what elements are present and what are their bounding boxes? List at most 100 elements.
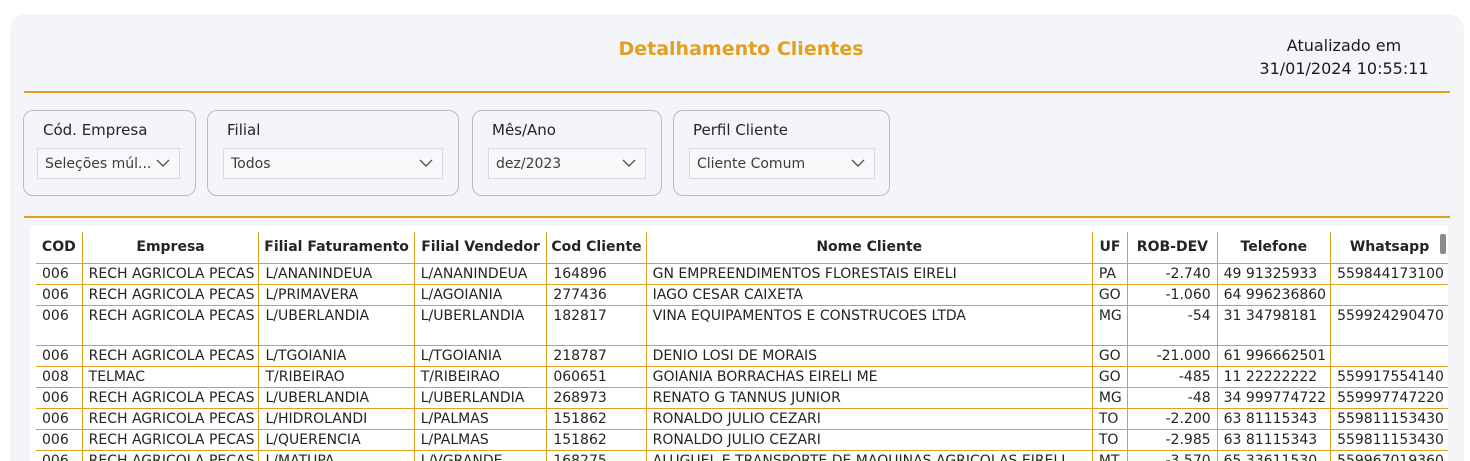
cell-empresa: RECH AGRICOLA PECAS (82, 450, 260, 461)
cell-uf: MG (1092, 305, 1129, 345)
cell-rob-dev: -485 (1127, 366, 1218, 387)
cell-rob-dev: -48 (1127, 387, 1218, 408)
column-header[interactable]: Whatsapp (1331, 232, 1448, 263)
table-row[interactable]: 006 RECH AGRICOLA PECAS L/UBERLANDIA L/UBER… (36, 305, 1448, 345)
cell-rob-dev: -21.000 (1127, 345, 1218, 366)
column-header[interactable]: COD (36, 232, 83, 263)
table-row[interactable]: 008 TELMAC T/RIBEIRAO T/RIBEIRAO 060651 GOIAN… (36, 366, 1448, 387)
cell-cod: 006 (36, 284, 83, 305)
table-row[interactable]: 006 RECH AGRICOLA PECAS L/ANANINDEUA L/ANAN… (36, 263, 1448, 284)
cell-cod-cliente: 218787 (546, 345, 647, 366)
cell-telefone: 11 22222222 (1217, 366, 1332, 387)
last-updated-label: Atualizado em (1286, 36, 1402, 55)
cell-filial-faturamento: L/MATUPA (258, 450, 415, 461)
cell-cod-cliente: 168275 (546, 450, 647, 461)
cell-whatsapp: 559997747220 (1337, 389, 1444, 406)
column-header[interactable]: UF (1092, 232, 1129, 263)
cell-telefone: 63 81115343 (1217, 429, 1332, 450)
cell-nome-cliente: GOIANIA BORRACHAS EIRELI ME (646, 366, 1093, 387)
column-header[interactable]: Filial Vendedor (414, 232, 548, 263)
cell-cod-cliente: 060651 (546, 366, 647, 387)
table-row[interactable]: 006 RECH AGRICOLA PECAS L/PRIMAVERA L/AGOIA… (36, 284, 1448, 305)
cod-empresa-dropdown[interactable]: Seleções múl... (37, 148, 180, 179)
cell-telefone: 65 33611530 (1217, 450, 1332, 461)
cell-cod-cliente: 151862 (546, 429, 647, 450)
last-updated: Atualizado em 31/01/2024 10:55:11 (1236, 34, 1452, 80)
cell-whatsapp: 559924290470 (1337, 307, 1444, 324)
chevron-down-icon (851, 159, 865, 167)
filial-dropdown[interactable]: Todos (223, 148, 443, 179)
cell-filial-faturamento: L/HIDROLANDI (258, 408, 415, 429)
cell-filial-vendedor: T/RIBEIRAO (414, 366, 548, 387)
table-row[interactable]: 006 RECH AGRICOLA PECAS L/UBERLANDIA L/UBER… (36, 387, 1448, 408)
chevron-down-icon (156, 159, 170, 167)
table-header-row: COD Empresa Filial Faturamento Filial Ve… (36, 232, 1448, 263)
table-scrollbar[interactable] (1440, 234, 1446, 254)
cell-cod-cliente: 151862 (546, 408, 647, 429)
cell-empresa: RECH AGRICOLA PECAS (82, 387, 260, 408)
cell-filial-vendedor: L/UBERLANDIA (414, 305, 548, 345)
column-header[interactable]: Filial Faturamento (258, 232, 415, 263)
cell-cod: 006 (36, 345, 83, 366)
cell-cod-cliente: 182817 (546, 305, 647, 345)
header-divider (24, 91, 1450, 93)
cell-nome-cliente: GN EMPREENDIMENTOS FLORESTAIS EIRELI (646, 263, 1093, 284)
slicer-cod-empresa: Cód. Empresa Seleções múl... (23, 110, 196, 196)
cell-nome-cliente: RONALDO JULIO CEZARI (646, 408, 1093, 429)
column-header[interactable]: Cod Cliente (546, 232, 647, 263)
cell-uf: PA (1092, 263, 1129, 284)
column-header[interactable]: Nome Cliente (646, 232, 1093, 263)
cell-filial-faturamento: L/UBERLANDIA (258, 387, 415, 408)
cell-telefone: 31 34798181 (1217, 305, 1332, 345)
cell-filial-faturamento: L/UBERLANDIA (258, 305, 415, 345)
cell-nome-cliente: ALUGUEL E TRANSPORTE DE MAQUINAS AGRICOL… (646, 450, 1093, 461)
cell-nome-cliente: IAGO CESAR CAIXETA (646, 284, 1093, 305)
table-row[interactable]: 006 RECH AGRICOLA PECAS L/TGOIANIA L/TGOIAN… (36, 345, 1448, 366)
column-header[interactable]: ROB-DEV (1127, 232, 1218, 263)
cell-telefone: 34 999774722 (1217, 387, 1332, 408)
cell-nome-cliente: RONALDO JULIO CEZARI (646, 429, 1093, 450)
cell-filial-vendedor: L/ANANINDEUA (414, 263, 548, 284)
cell-whatsapp (1331, 284, 1448, 305)
cell-filial-vendedor: L/UBERLANDIA (414, 387, 548, 408)
cell-empresa: RECH AGRICOLA PECAS (82, 284, 260, 305)
slicer-label: Cód. Empresa (43, 121, 148, 139)
perfil-cliente-dropdown[interactable]: Cliente Comum (689, 148, 875, 179)
cell-nome-cliente: VINA EQUIPAMENTOS E CONSTRUCOES LTDA (646, 305, 1093, 345)
cell-whatsapp: 559811153430 (1337, 431, 1444, 448)
cell-telefone: 64 996236860 (1217, 284, 1332, 305)
dropdown-value: Cliente Comum (697, 156, 806, 172)
cell-empresa: RECH AGRICOLA PECAS (82, 408, 260, 429)
cell-rob-dev: -1.060 (1127, 284, 1218, 305)
cell-uf: MT (1092, 450, 1129, 461)
cell-uf: GO (1092, 366, 1129, 387)
dropdown-value: Seleções múl... (45, 156, 152, 172)
column-header[interactable]: Telefone (1217, 232, 1332, 263)
cell-cod: 006 (36, 263, 83, 284)
slicer-filial: Filial Todos (207, 110, 459, 196)
cell-rob-dev: -2.740 (1127, 263, 1218, 284)
cell-filial-faturamento: L/ANANINDEUA (258, 263, 415, 284)
dropdown-value: dez/2023 (496, 156, 562, 172)
cell-empresa: RECH AGRICOLA PECAS (82, 305, 260, 345)
cell-cod-cliente: 277436 (546, 284, 647, 305)
table-row[interactable]: 006 RECH AGRICOLA PECAS L/QUERENCIA L/PALMA… (36, 429, 1448, 450)
table-row[interactable]: 006 RECH AGRICOLA PECAS L/MATUPA L/VGRANDE 1… (36, 450, 1448, 461)
cell-uf: MG (1092, 387, 1129, 408)
cell-filial-faturamento: T/RIBEIRAO (258, 366, 415, 387)
cell-rob-dev: -54 (1127, 305, 1218, 345)
cell-cod: 006 (36, 450, 83, 461)
cell-cod: 006 (36, 387, 83, 408)
cell-nome-cliente: DENIO LOSI DE MORAIS (646, 345, 1093, 366)
column-header[interactable]: Empresa (82, 232, 260, 263)
cell-filial-faturamento: L/QUERENCIA (258, 429, 415, 450)
mes-ano-dropdown[interactable]: dez/2023 (488, 148, 646, 179)
cell-cod: 006 (36, 408, 83, 429)
cell-filial-vendedor: L/AGOIANIA (414, 284, 548, 305)
cell-nome-cliente: RENATO G TANNUS JUNIOR (646, 387, 1093, 408)
cell-cod-cliente: 268973 (546, 387, 647, 408)
slicer-label: Perfil Cliente (693, 121, 788, 139)
cell-uf: GO (1092, 345, 1129, 366)
table-row[interactable]: 006 RECH AGRICOLA PECAS L/HIDROLANDI L/PALM… (36, 408, 1448, 429)
last-updated-timestamp: 31/01/2024 10:55:11 (1259, 59, 1429, 78)
